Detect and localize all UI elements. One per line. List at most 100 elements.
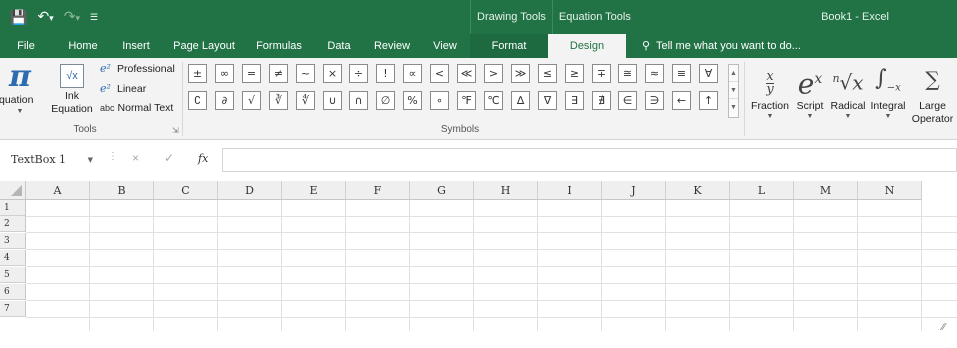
symbol-button[interactable]: ∁	[188, 91, 207, 110]
script-button[interactable]: ex Script ▼	[792, 58, 828, 122]
symbol-button[interactable]: !	[376, 64, 395, 83]
symbol-button[interactable]: ~	[296, 64, 315, 83]
cancel-button[interactable]: ×	[132, 151, 139, 165]
symbol-button[interactable]: ∩	[349, 91, 368, 110]
symbol-button[interactable]: ∈	[618, 91, 637, 110]
row-header[interactable]: 7	[0, 301, 26, 317]
symbol-button[interactable]: ↑	[699, 91, 718, 110]
column-header[interactable]: H	[474, 181, 538, 200]
tab-view[interactable]: View	[426, 34, 464, 58]
formula-bar-grip-icon[interactable]: ⋮	[108, 151, 118, 162]
fraction-button[interactable]: xy Fraction ▼	[748, 58, 792, 122]
symbol-button[interactable]: ∆	[511, 91, 530, 110]
symbol-button[interactable]: √	[242, 91, 261, 110]
column-header[interactable]: I	[538, 181, 602, 200]
formula-input[interactable]	[222, 148, 957, 172]
symbol-button[interactable]: ≫	[511, 64, 530, 83]
customize-qat-icon[interactable]: ☰	[90, 12, 98, 23]
linear-button[interactable]: e² Linear	[100, 82, 146, 95]
tab-review[interactable]: Review	[368, 34, 416, 58]
column-header[interactable]: B	[90, 181, 154, 200]
symbol-button[interactable]: ∛	[269, 91, 288, 110]
tab-design[interactable]: Design	[548, 34, 626, 58]
ink-equation-button[interactable]: √x Ink Equation	[50, 60, 94, 116]
name-box[interactable]: TextBox 1 ▼	[4, 149, 98, 171]
radical-button[interactable]: n√x Radical ▼	[828, 58, 868, 122]
column-header[interactable]: E	[282, 181, 346, 200]
tab-page-layout[interactable]: Page Layout	[168, 34, 240, 58]
symbol-button[interactable]: ≈	[645, 64, 664, 83]
symbol-button[interactable]: =	[242, 64, 261, 83]
symbol-button[interactable]: ≤	[538, 64, 557, 83]
tab-insert[interactable]: Insert	[116, 34, 156, 58]
symbol-button[interactable]: ℃	[484, 91, 503, 110]
row-header[interactable]: 2	[0, 216, 26, 232]
row-header[interactable]: 4	[0, 250, 26, 266]
row-header[interactable]: 3	[0, 233, 26, 249]
column-header[interactable]: M	[794, 181, 858, 200]
scroll-down-icon[interactable]: ▼	[729, 82, 738, 99]
scroll-up-icon[interactable]: ▲	[729, 65, 738, 82]
tab-file[interactable]: File	[10, 34, 42, 58]
symbol-button[interactable]: ∋	[645, 91, 664, 110]
symbol-button[interactable]: ≡	[672, 64, 691, 83]
symbol-button[interactable]: ∅	[376, 91, 395, 110]
tab-format[interactable]: Format	[470, 34, 548, 58]
column-header[interactable]: K	[666, 181, 730, 200]
symbol-button[interactable]: %	[403, 91, 422, 110]
symbol-button[interactable]: <	[430, 64, 449, 83]
more-symbols-icon[interactable]: ▼	[729, 99, 738, 116]
large-operator-button[interactable]: ∑ Large Operator	[908, 58, 957, 126]
symbol-button[interactable]: ∪	[323, 91, 342, 110]
resize-grip-icon[interactable]: ∕∕	[942, 322, 945, 333]
column-header[interactable]: G	[410, 181, 474, 200]
tab-home[interactable]: Home	[62, 34, 104, 58]
save-icon[interactable]: 💾	[10, 8, 27, 26]
symbol-button[interactable]: ∇	[538, 91, 557, 110]
symbol-button[interactable]: ∂	[215, 91, 234, 110]
symbol-button[interactable]: ℉	[457, 91, 476, 110]
symbol-button[interactable]: ≪	[457, 64, 476, 83]
symbol-button[interactable]: ≥	[565, 64, 584, 83]
row-header[interactable]: 1	[0, 200, 26, 216]
column-header[interactable]: L	[730, 181, 794, 200]
symbol-button[interactable]: ∓	[592, 64, 611, 83]
cell-area[interactable]	[26, 200, 957, 331]
row-header[interactable]: 6	[0, 284, 26, 300]
enter-button[interactable]: ✓	[164, 151, 174, 165]
column-header[interactable]: N	[858, 181, 922, 200]
symbol-button[interactable]: ∘	[430, 91, 449, 110]
column-header[interactable]: F	[346, 181, 410, 200]
column-header[interactable]: C	[154, 181, 218, 200]
column-header[interactable]: J	[602, 181, 666, 200]
normal-text-button[interactable]: abc Normal Text	[100, 102, 173, 114]
symbol-button[interactable]: ∃	[565, 91, 584, 110]
symbol-button[interactable]: >	[484, 64, 503, 83]
column-header[interactable]: D	[218, 181, 282, 200]
symbol-button[interactable]: ∀	[699, 64, 718, 83]
equation-button[interactable]: π Equation ▼	[0, 60, 40, 117]
row-header[interactable]: 5	[0, 267, 26, 283]
symbol-button[interactable]: ←	[672, 91, 691, 110]
undo-icon[interactable]: ↶▾	[37, 7, 53, 27]
select-all-button[interactable]	[0, 181, 26, 200]
symbol-button[interactable]: ÷	[349, 64, 368, 83]
tab-formulas[interactable]: Formulas	[252, 34, 306, 58]
symbol-button[interactable]: ≅	[618, 64, 637, 83]
symbol-button[interactable]: ∜	[296, 91, 315, 110]
symbol-gallery-scroll[interactable]: ▲ ▼ ▼	[728, 64, 739, 118]
symbol-button[interactable]: ±	[188, 64, 207, 83]
symbol-button[interactable]: ∄	[592, 91, 611, 110]
symbol-button[interactable]: ∝	[403, 64, 422, 83]
redo-icon[interactable]: ↷▾	[64, 7, 80, 27]
symbol-button[interactable]: ∞	[215, 64, 234, 83]
column-header[interactable]: A	[26, 181, 90, 200]
tell-me-search[interactable]: ⚲ Tell me what you want to do...	[642, 34, 801, 58]
symbol-button[interactable]: ≠	[269, 64, 288, 83]
dialog-launcher-icon[interactable]: ⇲	[172, 126, 179, 135]
tab-data[interactable]: Data	[320, 34, 358, 58]
insert-function-button[interactable]: fx	[198, 152, 208, 165]
chevron-down-icon[interactable]: ▼	[88, 150, 93, 170]
symbol-button[interactable]: ×	[323, 64, 342, 83]
integral-button[interactable]: ∫−x Integral ▼	[868, 58, 908, 122]
